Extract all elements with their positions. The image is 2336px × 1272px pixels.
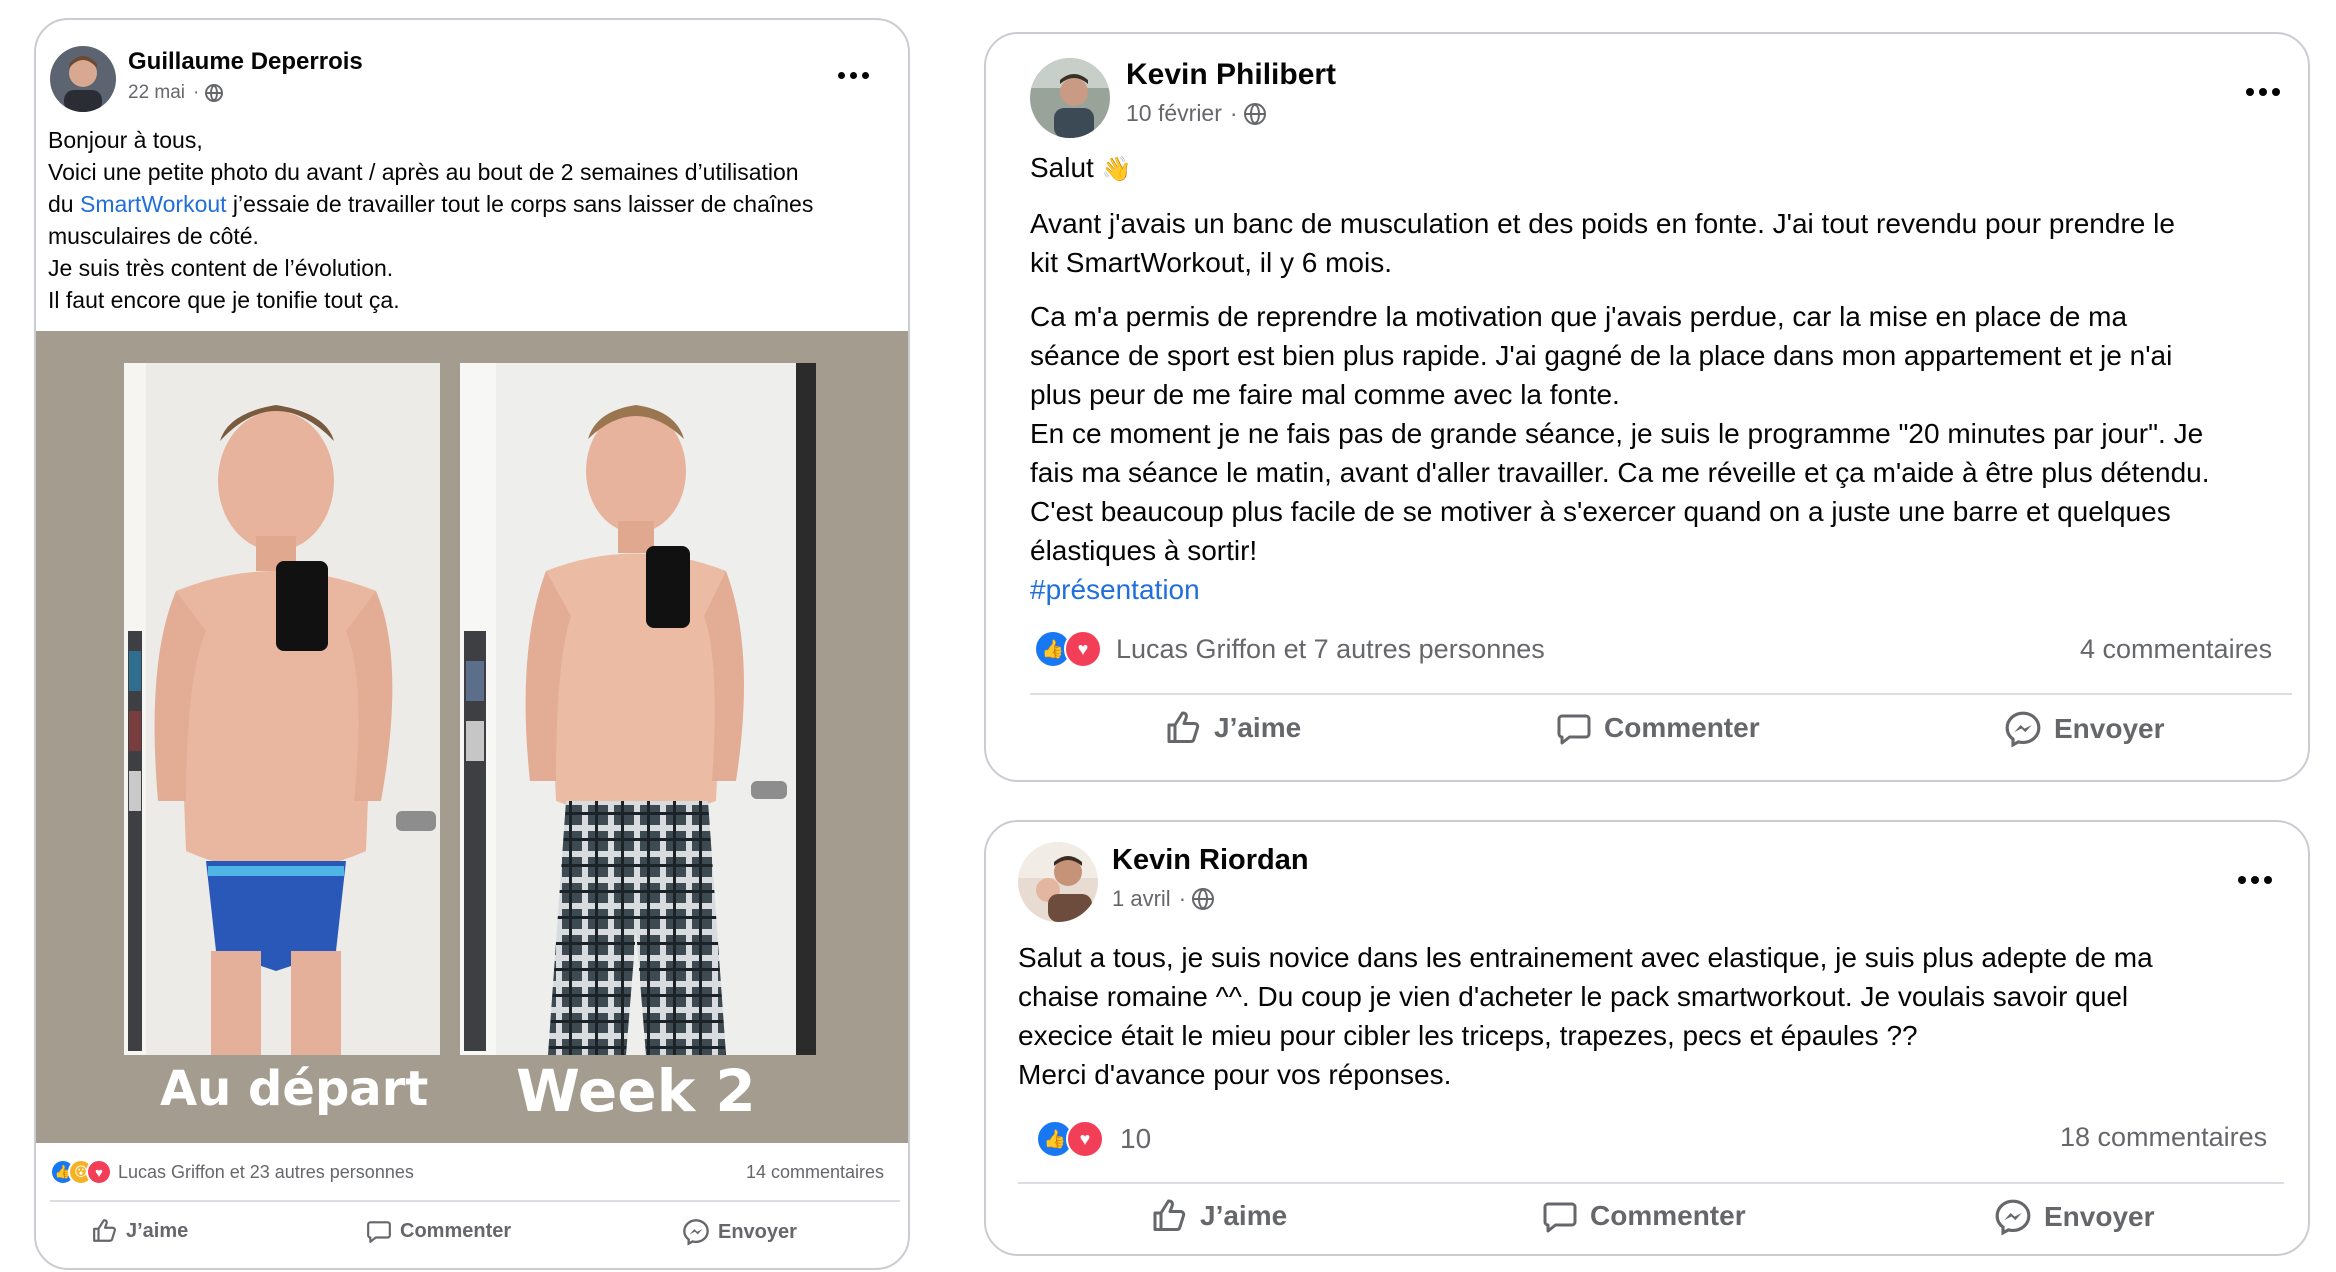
text-line: musculaires de côté. <box>48 223 259 249</box>
like-button[interactable]: J’aime <box>92 1218 188 1244</box>
text-line: Bonjour à tous, <box>48 127 203 153</box>
text-line: Ca m'a permis de reprendre la motivation… <box>1030 301 2128 332</box>
author-avatar[interactable] <box>50 46 116 112</box>
author-name[interactable]: Kevin Riordan <box>1112 844 1309 877</box>
send-button[interactable]: Envoyer <box>682 1218 797 1246</box>
post-text: Salut 👋 Avant j'avais un banc de muscula… <box>1030 148 2302 609</box>
comment-button[interactable]: Commenter <box>1542 1198 1746 1234</box>
reactions-summary[interactable]: 👍 ♥ 10 <box>1036 1120 1151 1158</box>
post-meta: 10 février · <box>1126 100 1266 127</box>
meta-separator: · <box>1229 100 1238 126</box>
more-options-button[interactable] <box>2246 88 2280 96</box>
post-card-kevin-philibert: Kevin Philibert 10 février · Salut 👋 Ava… <box>984 32 2310 782</box>
messenger-icon <box>683 1219 709 1246</box>
reactions-count: 10 <box>1120 1123 1152 1154</box>
author-name[interactable]: Kevin Philibert <box>1126 58 1336 92</box>
text-line: execice était le mieu pour cibler les tr… <box>1018 1020 1918 1051</box>
reaction-icons: 👍 ♥ <box>1036 1120 1104 1158</box>
actions-divider <box>50 1200 900 1202</box>
text-line: kit SmartWorkout, il y 6 mois. <box>1030 247 1393 278</box>
actions-divider <box>1030 693 2292 695</box>
post-text: Salut a tous, je suis novice dans les en… <box>1018 938 2298 1094</box>
post-meta: 22 mai · <box>128 82 224 104</box>
comment-bubble-icon <box>1557 714 1591 745</box>
post-meta: 1 avril · <box>1112 886 1215 912</box>
text-line: Voici une petite photo du avant / après … <box>48 159 799 185</box>
thumbs-up-icon <box>1153 1199 1186 1231</box>
photo-label-before: Au départ <box>160 1061 429 1117</box>
text-line: Il faut encore que je tonifie tout ça. <box>48 287 400 313</box>
text-line: séance de sport est bien plus rapide. J'… <box>1030 340 2173 371</box>
actions-divider <box>1018 1182 2284 1184</box>
like-label: J’aime <box>1214 712 1302 743</box>
text-line: chaise romaine ^^. Du coup je vien d'ach… <box>1018 981 2129 1012</box>
thumbs-up-icon <box>1167 711 1200 743</box>
post-date[interactable]: 10 février <box>1126 100 1222 127</box>
text-line: C'est beaucoup plus facile de se motiver… <box>1030 496 2171 527</box>
comment-bubble-icon <box>1543 1202 1577 1233</box>
more-options-button[interactable] <box>838 72 869 79</box>
text-line: du SmartWorkout j’essaie de travailler t… <box>48 191 814 217</box>
more-options-button[interactable] <box>2238 876 2272 884</box>
send-button[interactable]: Envoyer <box>1994 1198 2155 1236</box>
like-button[interactable]: J’aime <box>1166 710 1301 746</box>
send-label: Envoyer <box>718 1220 797 1243</box>
text-line: fais ma séance le matin, avant d'aller t… <box>1030 457 2210 488</box>
text-line: Merci d'avance pour vos réponses. <box>1018 1059 1452 1090</box>
text-line: Avant j'avais un banc de musculation et … <box>1030 208 2175 239</box>
author-avatar[interactable] <box>1030 58 1110 138</box>
reactions-text: Lucas Griffon et 23 autres personnes <box>118 1161 414 1182</box>
like-button[interactable]: J’aime <box>1152 1198 1287 1234</box>
globe-icon <box>1243 102 1266 125</box>
reactions-summary[interactable]: 👍 ♥ Lucas Griffon et 7 autres personnes <box>1034 630 1545 668</box>
reaction-icons: 👍 😮 ♥ <box>50 1159 112 1185</box>
post-text: Bonjour à tous, Voici une petite photo d… <box>48 124 898 316</box>
post-card-kevin-riordan: Kevin Riordan 1 avril · Salut a tous, je… <box>984 820 2310 1256</box>
love-reaction-icon: ♥ <box>1066 1120 1104 1158</box>
like-label: J’aime <box>126 1219 189 1242</box>
smartworkout-link[interactable]: SmartWorkout <box>80 191 227 217</box>
hashtag-link[interactable]: #présentation <box>1030 570 2302 609</box>
comment-label: Commenter <box>1604 712 1760 743</box>
comment-label: Commenter <box>400 1219 512 1242</box>
love-reaction-icon: ♥ <box>1064 630 1102 668</box>
before-after-illustration <box>124 363 816 1055</box>
messenger-icon <box>1995 1199 2031 1236</box>
waving-hand-emoji: 👋 <box>1101 156 1132 183</box>
post-date[interactable]: 22 mai <box>128 82 185 104</box>
comments-count[interactable]: 14 commentaires <box>746 1162 884 1183</box>
comment-label: Commenter <box>1590 1200 1746 1231</box>
reactions-summary[interactable]: 👍 😮 ♥ Lucas Griffon et 23 autres personn… <box>50 1159 414 1185</box>
send-button[interactable]: Envoyer <box>2004 710 2165 748</box>
text-line: plus peur de me faire mal comme avec la … <box>1030 379 1620 410</box>
post-card-guillaume: Guillaume Deperrois 22 mai · Bonjour à t… <box>34 18 910 1270</box>
thumbs-up-icon <box>93 1219 116 1242</box>
like-label: J’aime <box>1200 1200 1288 1231</box>
comments-count[interactable]: 18 commentaires <box>2060 1122 2267 1153</box>
reaction-icons: 👍 ♥ <box>1034 630 1102 668</box>
text-line: Salut a tous, je suis novice dans les en… <box>1018 942 2153 973</box>
send-label: Envoyer <box>2054 713 2165 744</box>
text-line: Je suis très content de l’évolution. <box>48 255 394 281</box>
comment-bubble-icon <box>367 1221 391 1243</box>
post-date[interactable]: 1 avril <box>1112 886 1171 912</box>
comment-button[interactable]: Commenter <box>1556 710 1760 746</box>
send-label: Envoyer <box>2044 1201 2155 1232</box>
author-name[interactable]: Guillaume Deperrois <box>128 48 363 76</box>
comment-button[interactable]: Commenter <box>366 1218 511 1244</box>
before-after-photo[interactable]: Au départ Week 2 <box>36 331 908 1143</box>
comments-count[interactable]: 4 commentaires <box>2080 634 2272 665</box>
globe-icon <box>1192 888 1215 910</box>
meta-separator: · <box>1178 886 1187 911</box>
author-avatar[interactable] <box>1018 842 1098 922</box>
photo-label-after: Week 2 <box>516 1057 756 1125</box>
meta-separator: · <box>193 82 200 103</box>
love-reaction-icon: ♥ <box>86 1159 112 1185</box>
reactions-text: Lucas Griffon et 7 autres personnes <box>1116 633 1545 664</box>
text-line: En ce moment je ne fais pas de grande sé… <box>1030 418 2204 449</box>
globe-icon <box>205 84 224 102</box>
greeting: Salut 👋 <box>1030 152 1132 183</box>
messenger-icon <box>2005 711 2041 748</box>
text-line: élastiques à sortir! <box>1030 535 1258 566</box>
